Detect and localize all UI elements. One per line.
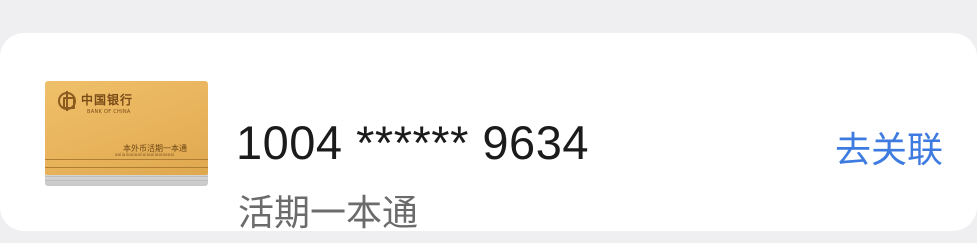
link-account-button[interactable]: 去关联 xyxy=(835,121,943,173)
bank-name-english: BANK OF CHINA xyxy=(87,109,131,115)
passbook-rule-lines xyxy=(45,157,208,169)
boc-logo-icon xyxy=(58,91,76,111)
rule-line xyxy=(45,159,208,160)
account-number: 1004 ****** 9634 xyxy=(236,116,589,169)
passbook-thumbnail: 中国银行 BANK OF CHINA 本外币活期一本通 ooiiaiiooioo… xyxy=(45,81,208,186)
passbook-cover: 中国银行 BANK OF CHINA 本外币活期一本通 ooiiaiiooioo… xyxy=(45,81,208,175)
account-type: 活期一本通 xyxy=(238,193,419,234)
rule-line xyxy=(45,167,208,168)
bank-name-chinese: 中国银行 xyxy=(81,93,134,107)
page: 中国银行 BANK OF CHINA 本外币活期一本通 ooiiaiiooioo… xyxy=(0,0,977,243)
bank-account-card[interactable]: 中国银行 BANK OF CHINA 本外币活期一本通 ooiiaiiooioo… xyxy=(0,33,977,234)
